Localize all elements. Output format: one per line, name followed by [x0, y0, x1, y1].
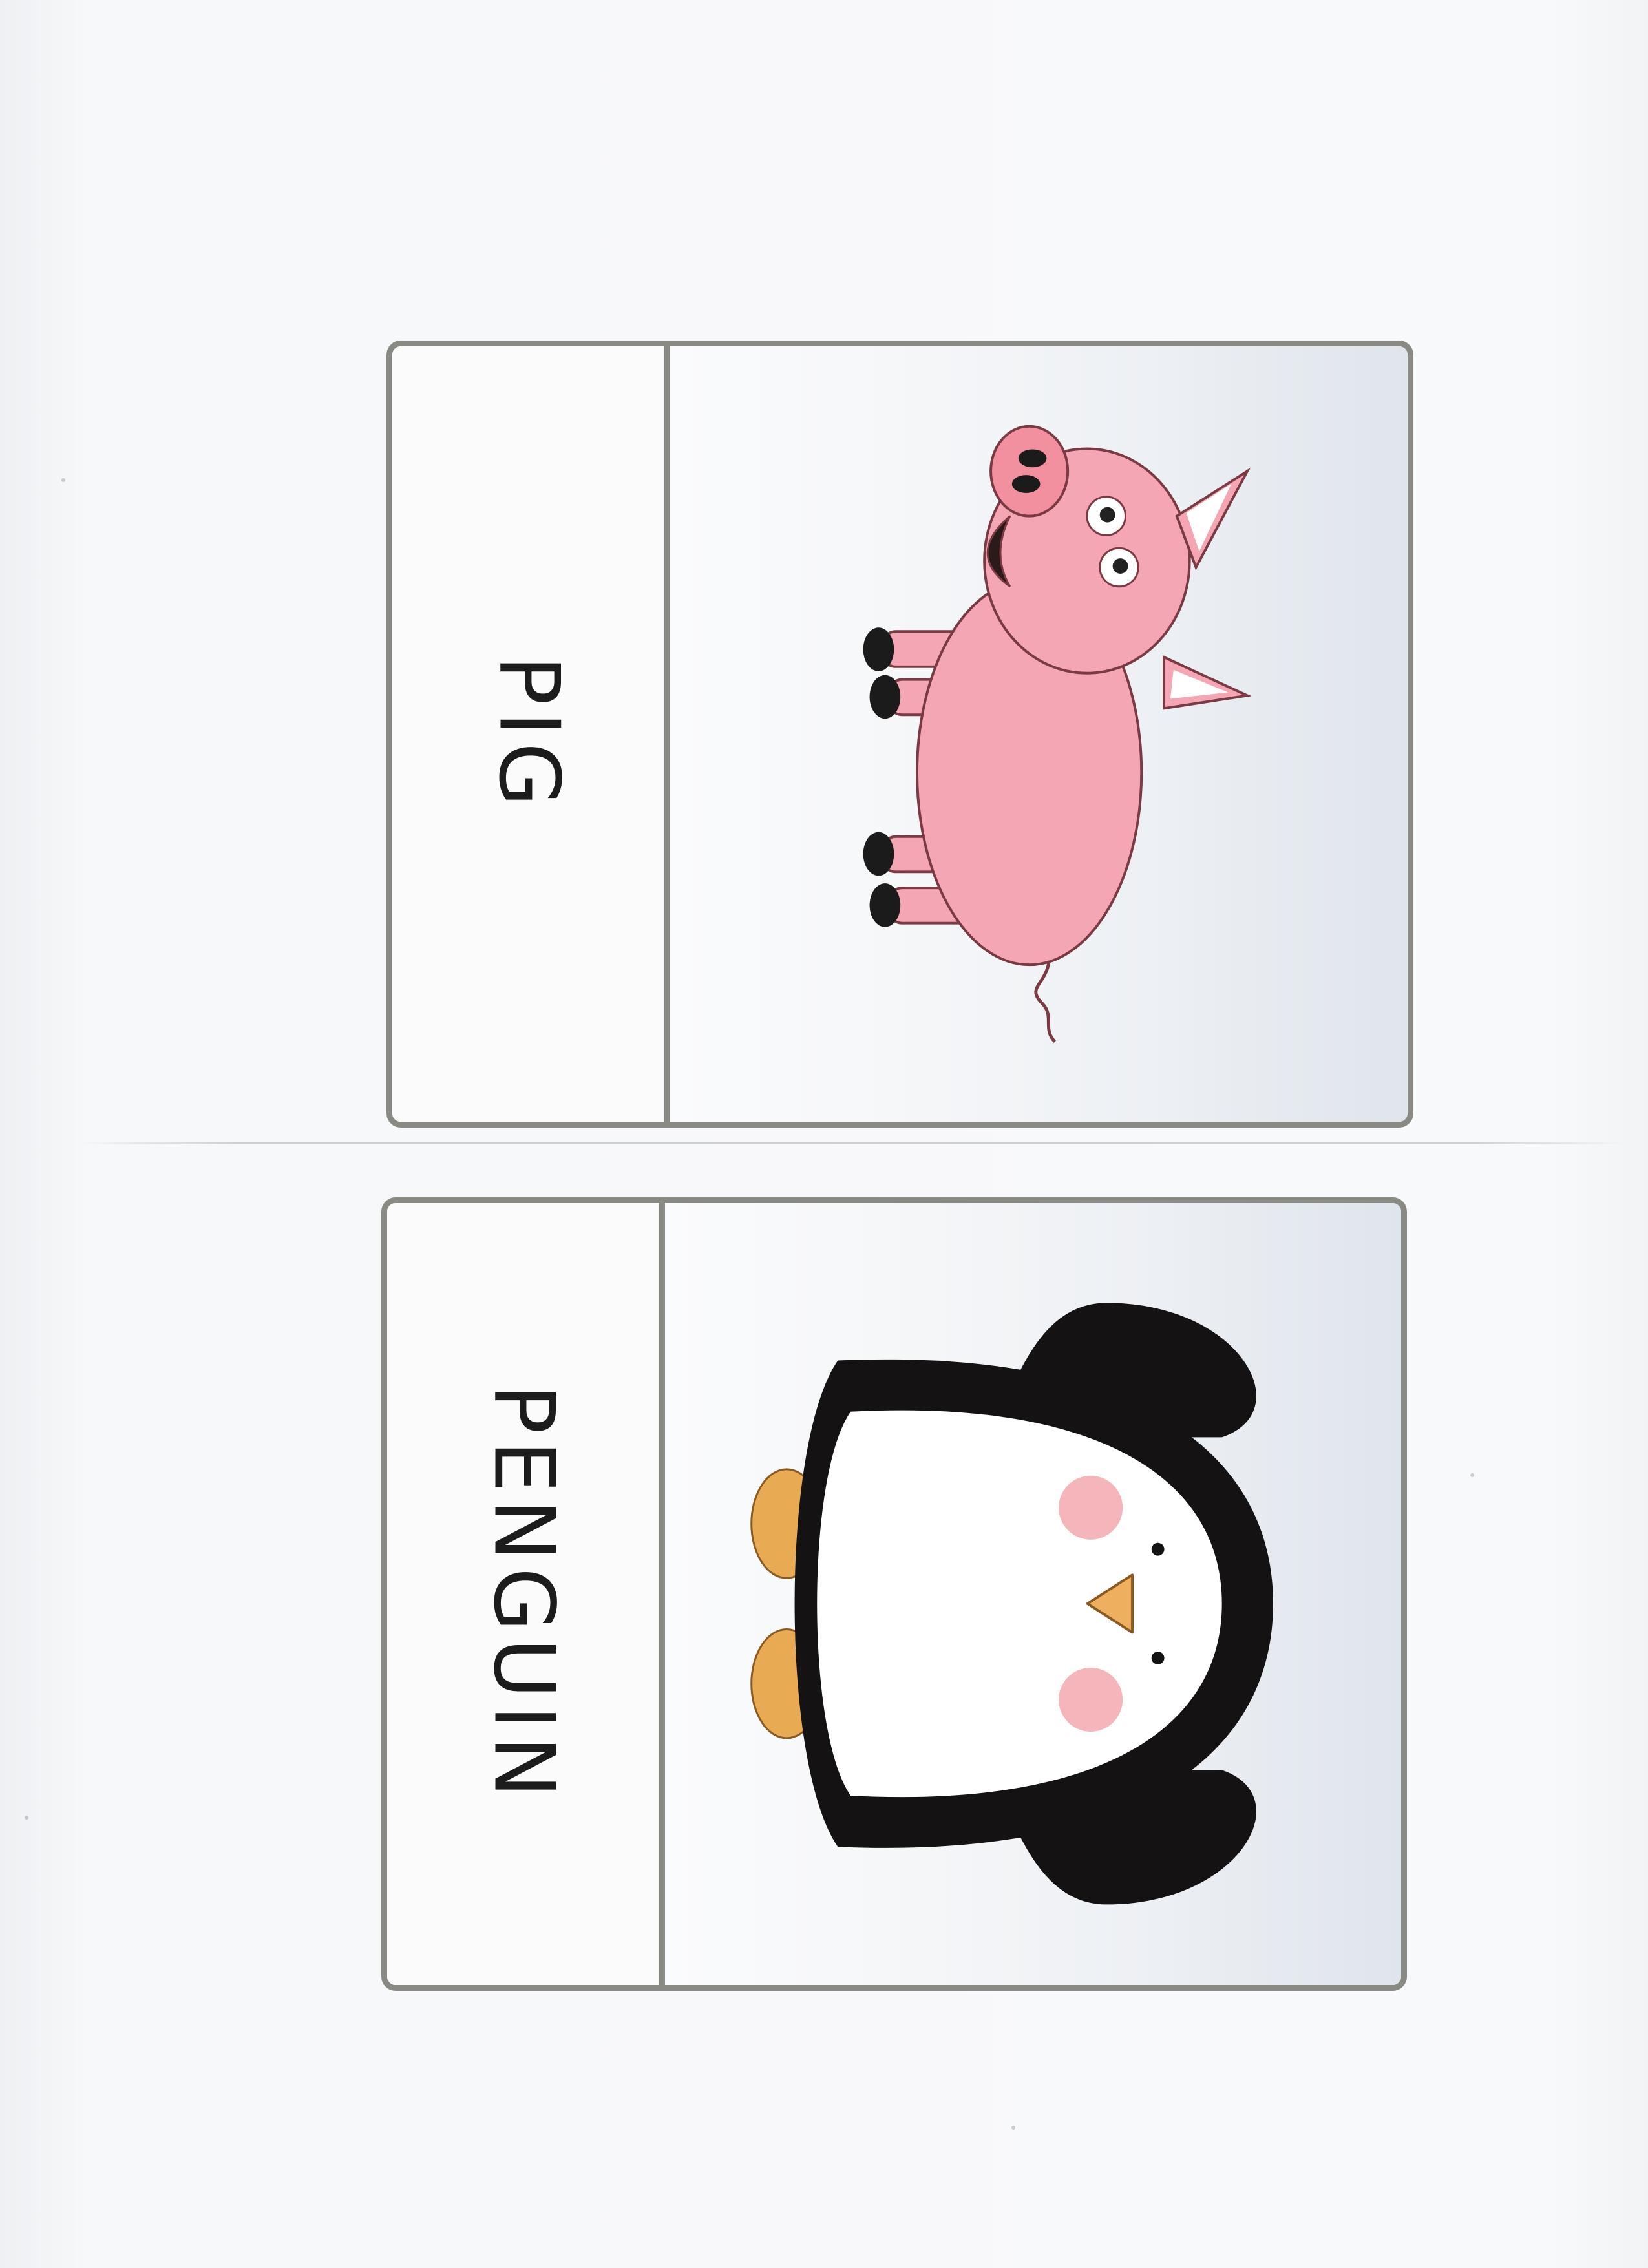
- penguin-illustration: [750, 1303, 1273, 1905]
- word-panel: PENGUIN: [387, 1203, 665, 1985]
- scan-speck: [1470, 1473, 1474, 1477]
- flashcard-penguin: PENGUIN: [381, 1197, 1407, 1991]
- card-word: PIG: [480, 655, 576, 814]
- scanned-page: PIG PENGUIN: [0, 0, 1648, 2268]
- picture-panel: [670, 346, 1408, 1122]
- fold-line: [78, 1142, 1629, 1144]
- scan-speck: [1011, 2126, 1015, 2130]
- flashcard-pig: PIG: [386, 341, 1413, 1128]
- card-word: PENGUIN: [475, 1383, 571, 1805]
- scan-speck: [61, 478, 65, 482]
- scan-speck: [25, 1816, 28, 1820]
- word-panel: PIG: [392, 346, 670, 1122]
- pig-illustration: [863, 425, 1252, 1043]
- picture-panel: [665, 1203, 1401, 1985]
